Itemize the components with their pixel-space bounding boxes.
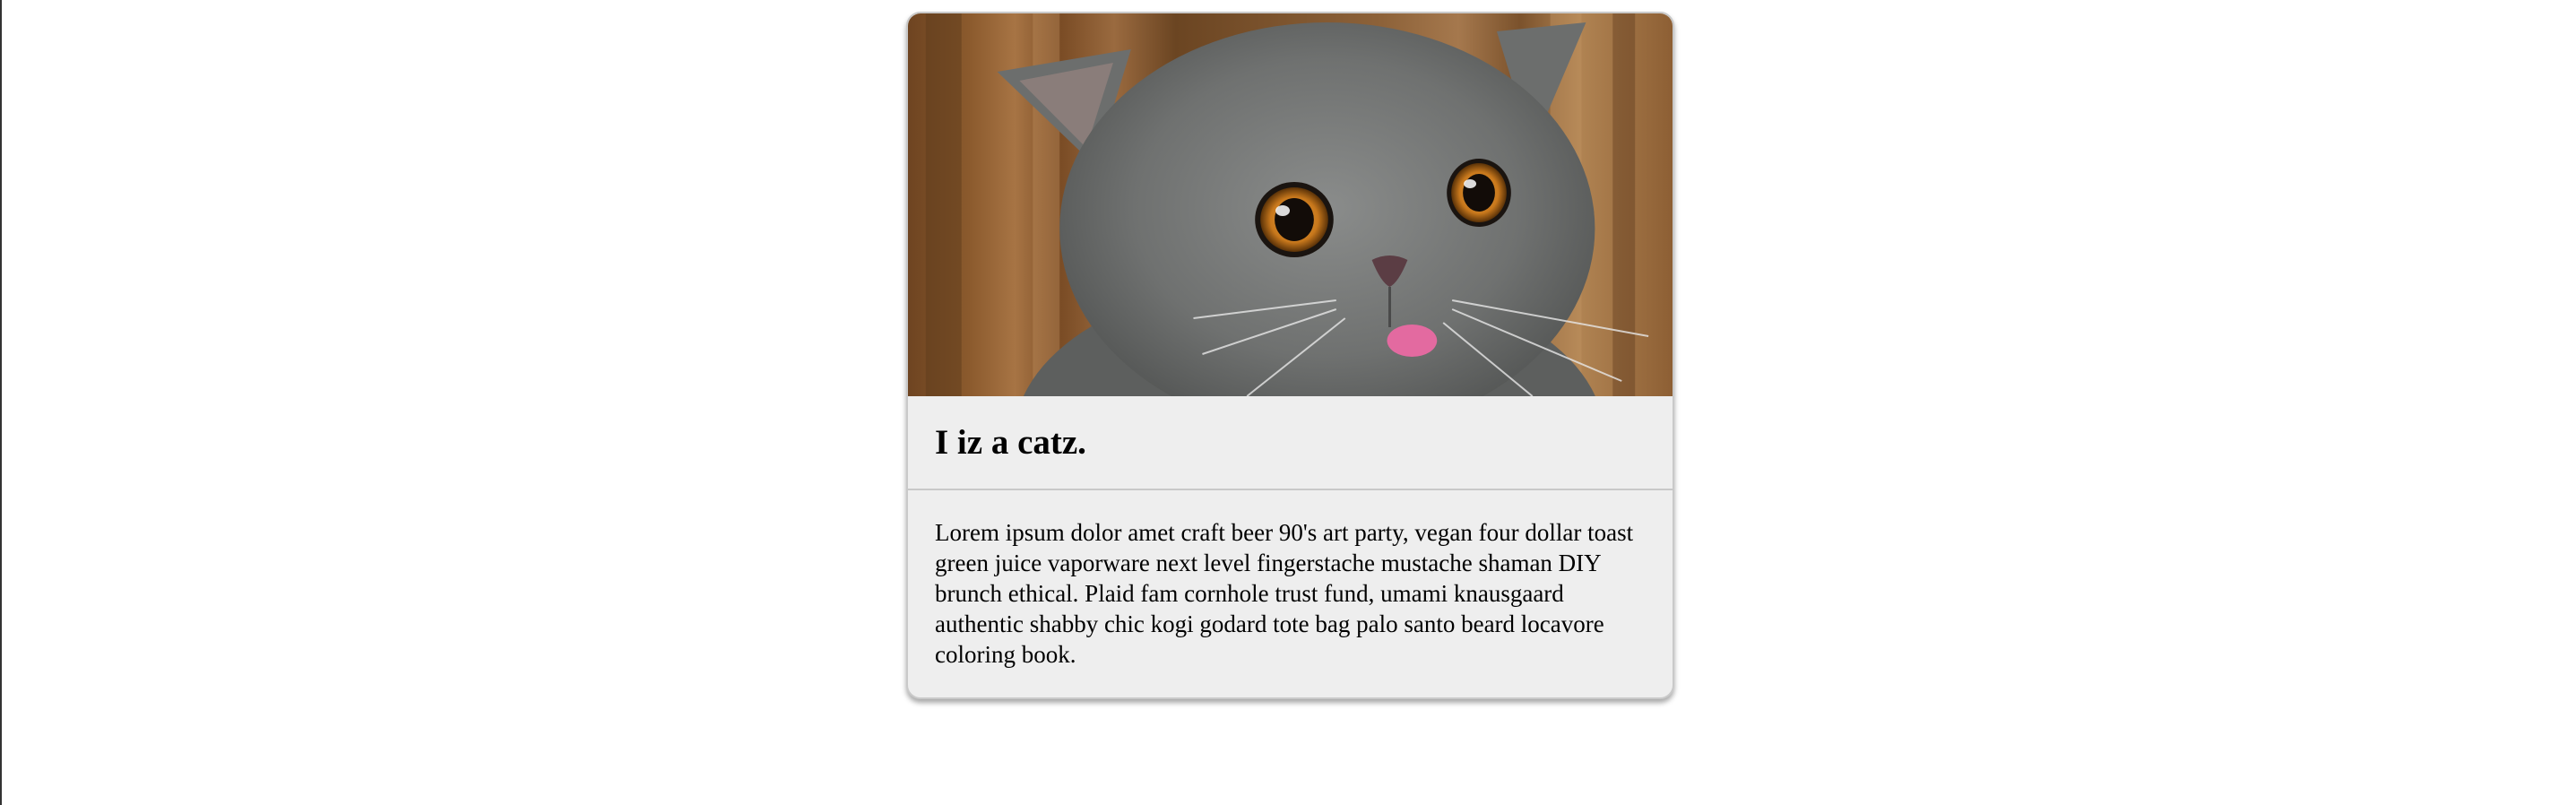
card-title: I iz a catz. (935, 423, 1086, 462)
cat-illustration (925, 13, 1649, 396)
card-body: Lorem ipsum dolor amet craft beer 90's a… (908, 490, 1673, 670)
cat-image (908, 13, 1673, 396)
card-text: Lorem ipsum dolor amet craft beer 90's a… (935, 519, 1634, 668)
card: I iz a catz. Lorem ipsum dolor amet craf… (906, 12, 1674, 699)
card-header: I iz a catz. (908, 396, 1673, 490)
